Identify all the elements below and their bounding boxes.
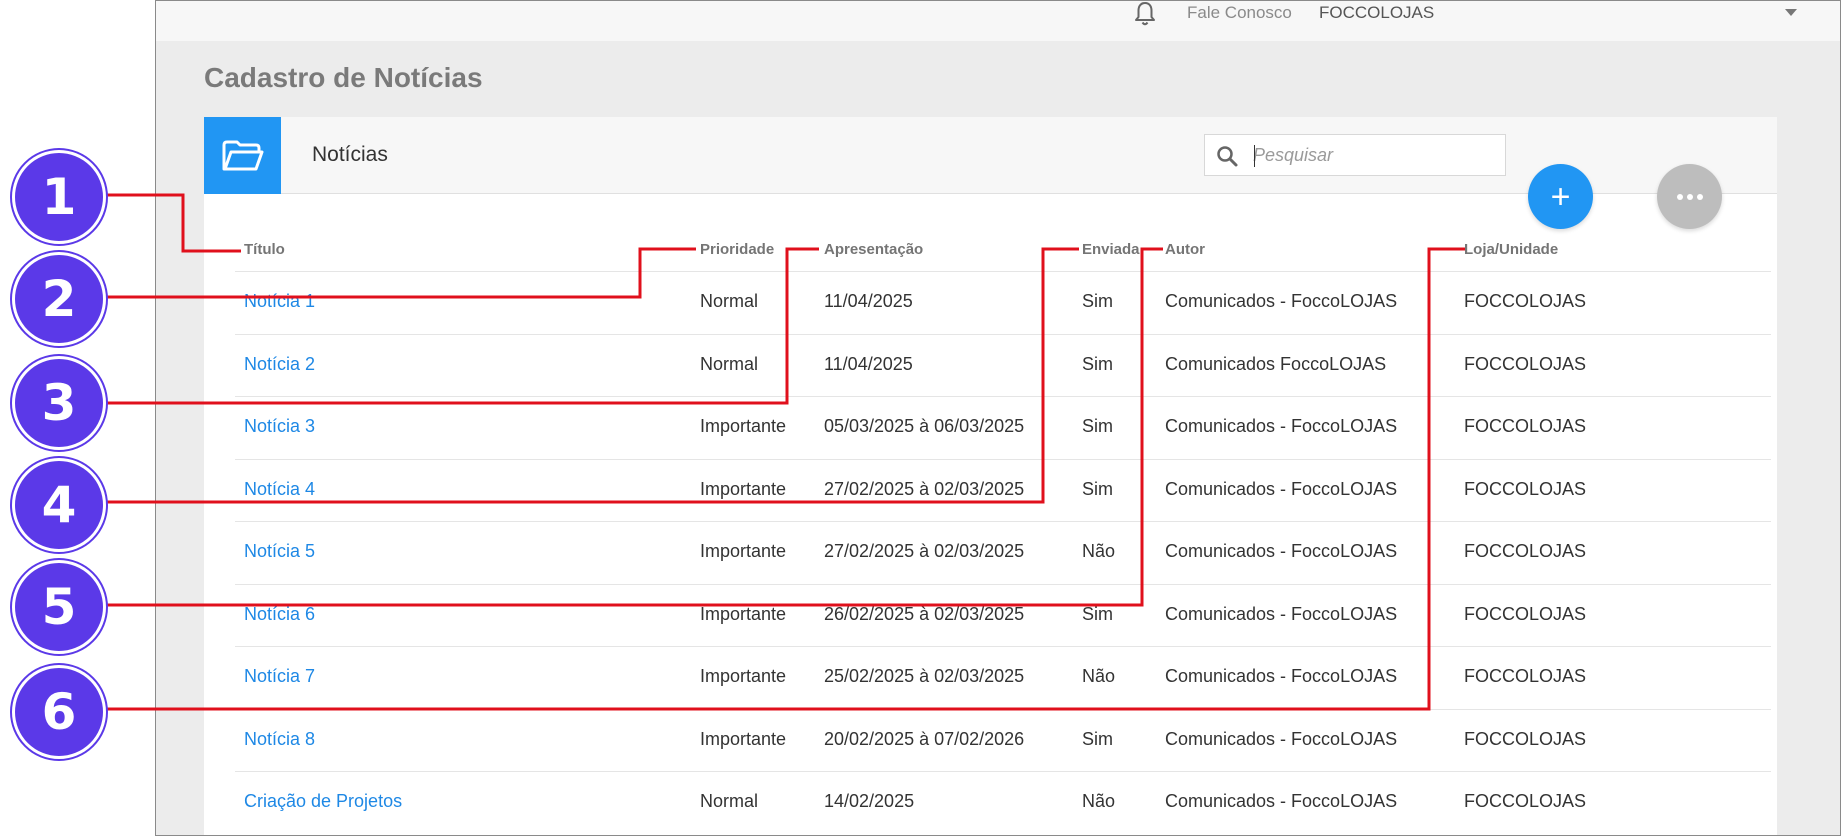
annotation-badge-2: 2 <box>12 252 106 346</box>
cell-enviada: Sim <box>1082 603 1113 624</box>
cell-prioridade: Importante <box>700 541 787 561</box>
text-cursor <box>1254 145 1255 167</box>
news-title-link[interactable]: Notícia 7 <box>244 666 315 687</box>
table-row[interactable]: Notícia 2 Normal 11/04/2025 Sim Comunicados … <box>235 333 1771 396</box>
cell-autor: Comunicados - FoccoLOJAS <box>1165 416 1398 436</box>
annotation-badge-1: 1 <box>12 150 106 244</box>
cell-apresentacao: 11/04/2025 <box>824 353 913 374</box>
cell-apresentacao: 20/02/2025 à 07/02/2026 <box>824 728 1025 749</box>
company-name[interactable]: FOCCOLOJAS <box>1319 3 1434 23</box>
search-input[interactable] <box>1253 141 1493 169</box>
cell-autor: Comunicados - FoccoLOJAS <box>1165 478 1398 499</box>
header-col-apresentacao[interactable]: Apresentação <box>824 241 923 258</box>
cell-autor: Comunicados - FoccoLOJAS <box>1165 666 1398 686</box>
cell-prioridade: Importante <box>700 728 787 749</box>
cell-prioridade: Importante <box>700 666 787 686</box>
cell-prioridade: Normal <box>700 291 759 311</box>
annotation-badge-5: 5 <box>12 560 106 654</box>
header-col-loja[interactable]: Loja/Unidade <box>1464 241 1558 258</box>
cell-apresentacao: 11/04/2025 <box>824 291 913 311</box>
cell-enviada: Sim <box>1082 291 1113 311</box>
table-row[interactable]: Notícia 6 Importante 26/02/2025 à 02/03/20… <box>235 583 1771 646</box>
cell-autor: Comunicados - FoccoLOJAS <box>1165 728 1398 749</box>
header-col-prioridade[interactable]: Prioridade <box>700 241 774 258</box>
card-title: Notícias <box>312 143 388 166</box>
cell-prioridade: Normal <box>700 353 759 374</box>
news-title-link[interactable]: Notícia 6 <box>244 604 315 625</box>
cell-enviada: Sim <box>1082 728 1113 749</box>
cell-autor: Comunicados - FoccoLOJAS <box>1165 603 1398 624</box>
cell-apresentacao: 25/02/2025 à 02/03/2025 <box>824 666 1025 686</box>
news-card: Notícias + Título Prioridade Apresentação E… <box>204 117 1777 835</box>
cell-loja: FOCCOLOJAS <box>1464 603 1587 624</box>
table-row[interactable]: Notícia 4 Importante 27/02/2025 à 02/03/20… <box>235 458 1771 521</box>
cell-autor: Comunicados - FoccoLOJAS <box>1165 791 1398 811</box>
news-title-link[interactable]: Notícia 5 <box>244 541 315 562</box>
cell-loja: FOCCOLOJAS <box>1464 353 1587 374</box>
cell-loja: FOCCOLOJAS <box>1464 541 1587 561</box>
cell-apresentacao: 27/02/2025 à 02/03/2025 <box>824 541 1025 561</box>
cell-loja: FOCCOLOJAS <box>1464 478 1587 499</box>
cell-loja: FOCCOLOJAS <box>1464 728 1587 749</box>
cell-enviada: Sim <box>1082 353 1113 374</box>
table-row[interactable]: Notícia 8 Importante 20/02/2025 à 07/02/20… <box>235 708 1771 771</box>
cell-enviada: Não <box>1082 791 1116 811</box>
folder-tile <box>204 117 281 194</box>
cell-apresentacao: 05/03/2025 à 06/03/2025 <box>824 416 1025 436</box>
cell-autor: Comunicados - FoccoLOJAS <box>1165 291 1398 311</box>
cell-loja: FOCCOLOJAS <box>1464 291 1587 311</box>
more-options-button[interactable] <box>1657 164 1722 229</box>
table-row[interactable]: Notícia 3 Importante 05/03/2025 à 06/03/20… <box>235 396 1771 458</box>
news-title-link[interactable]: Notícia 4 <box>244 479 315 500</box>
cell-prioridade: Importante <box>700 478 787 499</box>
cell-apresentacao: 14/02/2025 <box>824 791 915 811</box>
cell-enviada: Sim <box>1082 416 1113 436</box>
news-title-link[interactable]: Notícia 1 <box>244 291 315 312</box>
app-window: Fale Conosco FOCCOLOJAS Cadastro de Notí… <box>155 0 1841 836</box>
page-title: Cadastro de Notícias <box>204 62 483 93</box>
cell-loja: FOCCOLOJAS <box>1464 791 1587 811</box>
cell-apresentacao: 27/02/2025 à 02/03/2025 <box>824 478 1025 499</box>
header-col-autor[interactable]: Autor <box>1165 241 1205 258</box>
table-row[interactable]: Notícia 5 Importante 27/02/2025 à 02/03/20… <box>235 521 1771 583</box>
cell-prioridade: Importante <box>700 416 787 436</box>
cell-loja: FOCCOLOJAS <box>1464 416 1587 436</box>
annotation-badge-4: 4 <box>12 458 106 552</box>
cell-autor: Comunicados - FoccoLOJAS <box>1165 541 1398 561</box>
top-bar: Fale Conosco FOCCOLOJAS <box>156 1 1840 41</box>
fale-conosco-link[interactable]: Fale Conosco <box>1187 3 1292 23</box>
cell-autor: Comunicados FoccoLOJAS <box>1165 353 1387 374</box>
cell-prioridade: Normal <box>700 791 759 811</box>
caret-down-icon[interactable] <box>1785 9 1797 16</box>
news-title-link[interactable]: Criação de Projetos <box>244 791 402 812</box>
search-box[interactable] <box>1204 134 1506 176</box>
search-icon <box>1217 146 1238 167</box>
news-title-link[interactable]: Notícia 2 <box>244 354 315 375</box>
annotation-badge-3: 3 <box>12 356 106 450</box>
add-news-button[interactable]: + <box>1528 164 1593 229</box>
cell-prioridade: Importante <box>700 603 787 624</box>
header-col-titulo[interactable]: Título <box>244 241 285 258</box>
more-horizontal-icon <box>1676 193 1703 200</box>
table-row[interactable]: Notícia 1 Normal 11/04/2025 Sim Comunicados … <box>235 271 1771 333</box>
cell-loja: FOCCOLOJAS <box>1464 666 1587 686</box>
table-row[interactable]: Criação de Projetos Normal 14/02/2025 Não Co… <box>235 771 1771 833</box>
news-title-link[interactable]: Notícia 3 <box>244 416 315 437</box>
table-row[interactable]: Notícia 7 Importante 25/02/2025 à 02/03/20… <box>235 646 1771 708</box>
news-title-link[interactable]: Notícia 8 <box>244 729 315 750</box>
cell-enviada: Não <box>1082 666 1116 686</box>
cell-enviada: Não <box>1082 541 1116 561</box>
cell-apresentacao: 26/02/2025 à 02/03/2025 <box>824 603 1025 624</box>
header-col-enviada[interactable]: Enviada <box>1082 241 1140 258</box>
bell-icon[interactable] <box>1133 1 1157 27</box>
cell-enviada: Sim <box>1082 478 1113 499</box>
annotation-badge-6: 6 <box>12 665 106 759</box>
folder-open-icon <box>222 140 263 170</box>
